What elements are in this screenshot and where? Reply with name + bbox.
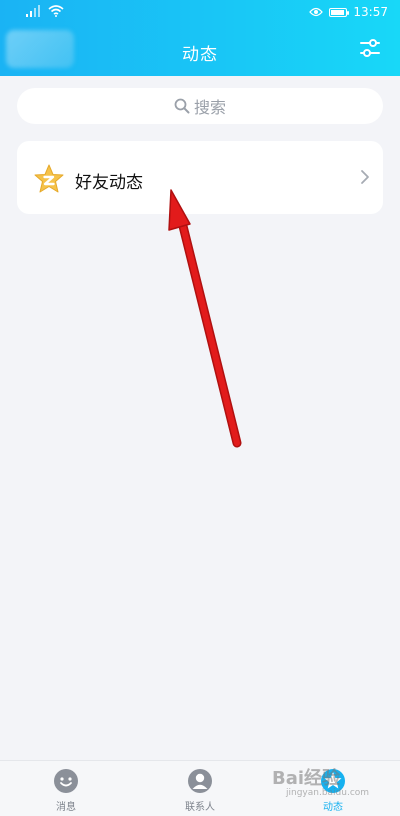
search-icon [174,98,190,114]
tab-messages-label: 消息 [56,802,76,813]
eye-icon [309,7,324,17]
tab-messages[interactable]: 消息 [26,767,106,815]
watermark-text: Bai经验 [272,768,341,789]
battery-icon [329,7,350,17]
wifi-icon [48,5,64,17]
page-title: 动态 [182,45,218,65]
baidu-watermark: Bai经验 jingyan.baidu.com [272,764,392,804]
message-icon [54,769,78,793]
status-right: 13:57 [309,5,388,19]
app-root: 13:57 动态 搜索 好友动态 消息 联系人 动态 Bai经验 jingyan… [0,0,400,816]
friends-feed-item[interactable]: 好友动态 [17,141,383,214]
tab-contacts[interactable]: 联系人 [160,767,240,815]
watermark-sub: jingyan.baidu.com [286,788,370,798]
status-time: 13:57 [353,5,388,19]
status-bar: 13:57 [0,0,400,26]
chevron-right-icon [361,170,369,184]
signal-icon [26,5,40,17]
header-bar: 13:57 动态 [0,0,400,76]
search-input[interactable]: 搜索 [17,88,383,124]
tab-contacts-label: 联系人 [185,802,215,813]
filter-settings-button[interactable] [358,36,382,60]
qzone-star-icon [34,164,64,193]
contacts-icon [188,769,212,793]
friends-feed-label: 好友动态 [75,173,143,193]
status-left [26,5,64,17]
search-placeholder: 搜索 [193,98,226,117]
battery-level [331,9,345,15]
sliders-icon [360,39,380,57]
